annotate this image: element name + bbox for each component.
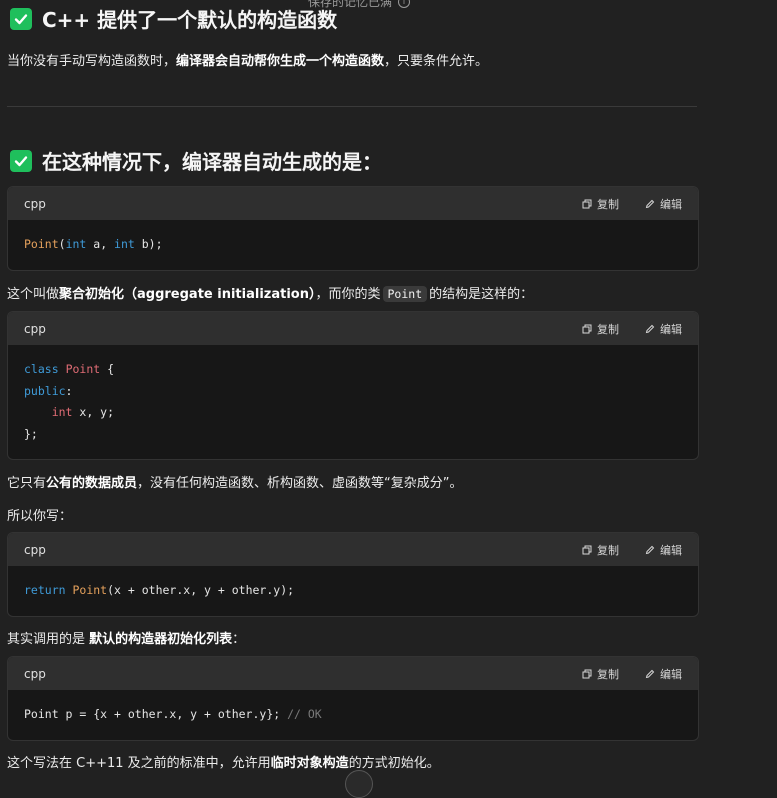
text-span: 当你没有手动写构造函数时，	[7, 54, 177, 69]
text-span: 的方式初始化。	[348, 756, 440, 771]
copy-icon	[582, 669, 592, 678]
section-heading-1-text: C++ 提供了一个默认的构造函数	[42, 8, 338, 32]
code-header: cpp 复制 编辑	[8, 533, 698, 566]
copy-label: 复制	[597, 667, 619, 681]
paragraph-aggregate: 这个叫做聚合初始化（aggregate initialization），而你的类…	[7, 283, 533, 302]
code-content: Point p = {x + other.x, y + other.y}; //…	[8, 690, 698, 740]
text-span: ，而你的类	[315, 287, 381, 302]
info-icon[interactable]: i	[398, 0, 411, 8]
text-span: ，没有任何构造函数、析构函数、虚函数等“复杂成分”。	[137, 476, 463, 491]
code-language-label: cpp	[24, 542, 46, 557]
copy-button[interactable]: 复制	[582, 542, 619, 558]
text-span: 这个叫做	[7, 287, 60, 302]
copy-icon	[582, 199, 592, 208]
code-content: class Point { public: int x, y; };	[8, 345, 698, 459]
code-token: class	[24, 362, 59, 376]
paragraph-last: 这个写法在 C++11 及之前的标准中，允许用临时对象构造的方式初始化。	[7, 752, 440, 771]
paragraph-public-members: 它只有公有的数据成员，没有任何构造函数、析构函数、虚函数等“复杂成分”。	[7, 472, 463, 491]
divider	[7, 106, 697, 107]
check-icon	[10, 149, 32, 172]
copy-label: 复制	[597, 322, 619, 336]
code-token: Point p = {x + other.x, y + other.y};	[24, 707, 288, 721]
code-header: cpp 复制 编辑	[8, 312, 698, 345]
code-token: int	[51, 405, 73, 419]
text-span: ，只要条件允许。	[384, 54, 489, 69]
edit-label: 编辑	[660, 667, 682, 681]
edit-button[interactable]: 编辑	[645, 321, 682, 337]
code-block-3: cpp 复制 编辑 return Point(x + other.x, y + …	[7, 532, 699, 617]
code-language-label: cpp	[24, 196, 46, 211]
code-content: return Point(x + other.x, y + other.y);	[8, 566, 698, 616]
text-span: ：	[232, 632, 246, 647]
copy-button[interactable]: 复制	[582, 321, 619, 337]
bold-text: 编译器会自动帮你生成一个构造函数	[176, 54, 385, 69]
edit-label: 编辑	[660, 197, 682, 211]
edit-button[interactable]: 编辑	[645, 666, 682, 682]
bold-text: 默认的构造器初始化列表	[89, 632, 233, 647]
code-block-2: cpp 复制 编辑 class Point { public: int x, y…	[7, 311, 699, 460]
copy-button[interactable]: 复制	[582, 666, 619, 682]
code-token: (x + other.x, y + other.y);	[107, 583, 295, 597]
code-language-label: cpp	[24, 666, 46, 681]
paragraph-so-write: 所以你写：	[7, 509, 73, 524]
edit-icon	[645, 545, 655, 554]
code-language-label: cpp	[24, 321, 46, 336]
copy-icon	[582, 545, 592, 554]
code-token: a,	[86, 237, 115, 251]
section-heading-2-text: 在这种情况下，编译器自动生成的是：	[42, 150, 382, 174]
inline-code: Point	[382, 286, 428, 302]
code-token: Point	[24, 237, 59, 251]
section-heading-2: 在这种情况下，编译器自动生成的是：	[10, 146, 382, 175]
copy-label: 复制	[597, 197, 619, 211]
scroll-down-button[interactable]	[345, 770, 373, 798]
paragraph-default-ctor: 当你没有手动写构造函数时，编译器会自动帮你生成一个构造函数，只要条件允许。	[7, 50, 488, 69]
code-token: int	[114, 237, 135, 251]
code-token: Point	[72, 583, 108, 597]
code-token: // OK	[287, 707, 322, 721]
code-token: };	[24, 426, 38, 441]
bold-text: 公有的数据成员	[46, 476, 138, 491]
code-token: return	[24, 583, 66, 597]
code-token: x, y;	[72, 405, 115, 419]
edit-label: 编辑	[660, 322, 682, 336]
code-token: (	[58, 237, 66, 251]
paragraph-actually: 其实调用的是 默认的构造器初始化列表：	[7, 628, 245, 647]
code-block-1: cpp 复制 编辑 Point(int a, int b);	[7, 186, 699, 271]
bold-text: 聚合初始化（aggregate initialization）	[59, 287, 316, 302]
code-content: Point(int a, int b);	[8, 220, 698, 270]
code-token: Point	[65, 362, 101, 376]
code-token: b);	[134, 237, 163, 251]
code-token: {	[100, 362, 115, 376]
section-heading-1: C++ 提供了一个默认的构造函数	[10, 4, 337, 33]
text-span: 其实调用的是	[7, 632, 90, 647]
bold-text: 临时对象构造	[270, 756, 349, 771]
edit-button[interactable]: 编辑	[645, 542, 682, 558]
text-span: 的结构是这样的：	[429, 287, 534, 302]
edit-icon	[645, 199, 655, 208]
check-icon	[10, 7, 32, 30]
code-header: cpp 复制 编辑	[8, 657, 698, 690]
copy-button[interactable]: 复制	[582, 196, 619, 212]
code-header: cpp 复制 编辑	[8, 187, 698, 220]
edit-button[interactable]: 编辑	[645, 196, 682, 212]
code-block-4: cpp 复制 编辑 Point p = {x + other.x, y + ot…	[7, 656, 699, 741]
code-token: public	[24, 383, 66, 398]
text-span: 这个写法在 C++11 及之前的标准中，允许用	[7, 756, 271, 771]
edit-icon	[645, 669, 655, 678]
copy-label: 复制	[597, 543, 619, 557]
edit-label: 编辑	[660, 543, 682, 557]
edit-icon	[645, 324, 655, 333]
code-token: int	[65, 237, 87, 251]
text-span: 它只有	[7, 476, 47, 491]
copy-icon	[582, 324, 592, 333]
code-token: :	[65, 383, 73, 398]
